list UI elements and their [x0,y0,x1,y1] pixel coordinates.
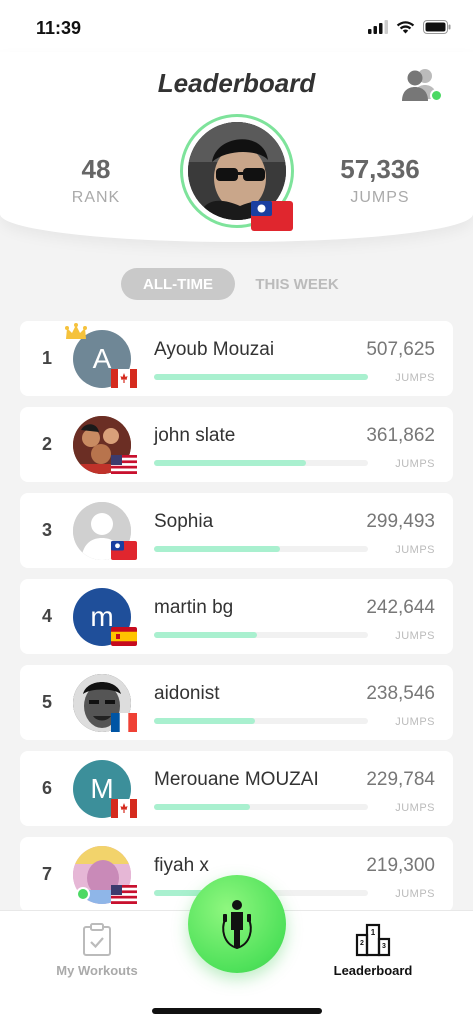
progress-bar [154,804,251,810]
jump-count: 507,625 [366,339,435,360]
jump-count: 242,644 [366,597,435,618]
progress-bar [154,632,257,638]
rank-number: 6 [42,778,53,798]
leaderboard-header: Leaderboard 48 RANK 57,336 JUMPS [0,52,473,242]
progress-bar [154,374,368,380]
jump-count: 238,546 [366,683,435,704]
svg-text:2: 2 [360,940,364,947]
france-flag-icon [111,713,137,732]
status-icons [368,20,451,34]
taiwan-flag-icon [251,201,293,231]
leaderboard-row[interactable]: 1 A Ayoub Mouzai 507,625 JUMPS [20,321,453,396]
leaderboard-row[interactable]: 2 john slate 361,862 JUMPS [20,407,453,482]
jumps-unit-label: JUMPS [395,544,435,556]
player-name: aidonist [154,683,220,704]
battery-icon [423,20,451,34]
rank-stat: 48 RANK [56,154,136,207]
rank-number: 4 [42,606,53,626]
rank-number: 1 [42,348,53,368]
progress-bar [154,718,255,724]
jumps-label: JUMPS [350,189,410,206]
start-jump-button[interactable] [188,875,286,973]
progress-bar [154,460,306,466]
player-name: john slate [154,425,236,446]
player-name: Ayoub Mouzai [154,339,275,360]
player-name: martin bg [154,597,234,618]
player-name: Sophia [154,511,214,532]
taiwan-flag-icon [111,541,137,560]
online-status-dot [430,89,443,102]
svg-text:3: 3 [382,943,386,950]
spain-flag-icon [111,627,137,646]
rank-number: 7 [42,864,53,884]
usa-flag-icon [111,455,137,474]
jump-count: 219,300 [366,855,435,876]
jumps-unit-label: JUMPS [395,630,435,642]
jumps-unit-label: JUMPS [395,716,435,728]
jumps-unit-label: JUMPS [395,802,435,814]
wifi-icon [396,21,415,34]
cellular-signal-icon [368,20,388,34]
tab-my-workouts-label: My Workouts [56,963,138,978]
rank-number: 5 [42,692,53,712]
avatar-initial: A [92,343,112,374]
canada-flag-icon [111,369,137,388]
progress-track [154,546,368,552]
jumps-value: 57,336 [340,154,420,184]
usa-flag-icon [111,885,137,904]
svg-text:1: 1 [371,928,376,937]
friends-button[interactable] [401,66,443,104]
jump-rope-icon [222,900,252,950]
leaderboard-row[interactable]: 6 M Merouane MOUZAI 229,784 JUMPS [20,751,453,826]
rank-label: RANK [71,189,121,206]
progress-track [154,718,368,724]
status-bar: 11:39 [0,0,473,52]
leaderboard-row[interactable]: 3 Sophia 299,493 JUMPS [20,493,453,568]
clipboard-check-icon [83,923,111,956]
jumps-unit-label: JUMPS [395,372,435,384]
user-avatar[interactable] [180,114,294,231]
leaderboard-row[interactable]: 4 m martin bg 242,644 JUMPS [20,579,453,654]
jump-count: 361,862 [366,425,435,446]
home-indicator [152,1008,322,1014]
tab-this-week[interactable]: THIS WEEK [241,268,353,300]
tab-all-time[interactable]: ALL-TIME [121,268,235,300]
progress-track [154,632,368,638]
status-time: 11:39 [36,18,82,38]
jump-count: 229,784 [366,769,435,790]
canada-flag-icon [111,799,137,818]
progress-track [154,374,368,380]
player-name: fiyah x [154,855,209,876]
rank-number: 3 [42,520,53,540]
podium-icon: 1 2 3 [355,923,391,957]
crown-icon [65,323,87,339]
period-tabs: ALL-TIME THIS WEEK [121,268,353,300]
jumps-stat: 57,336 JUMPS [320,154,440,207]
leaderboard-row[interactable]: 5 aidonist 238,546 JUMPS [20,665,453,740]
jumps-unit-label: JUMPS [395,458,435,470]
tab-leaderboard[interactable]: 1 2 3 Leaderboard [313,923,433,978]
rank-value: 48 [81,154,111,184]
tab-my-workouts[interactable]: My Workouts [37,923,157,978]
rank-number: 2 [42,434,53,454]
jumps-unit-label: JUMPS [395,888,435,900]
progress-track [154,460,368,466]
player-name: Merouane MOUZAI [154,769,319,790]
leaderboard-list: 1 A Ayoub Mouzai 507,625 JUMPS 2 john sl… [20,321,453,923]
jump-count: 299,493 [366,511,435,532]
online-status-dot [76,887,90,901]
progress-track [154,804,368,810]
progress-bar [154,546,281,552]
tab-leaderboard-label: Leaderboard [333,963,413,978]
